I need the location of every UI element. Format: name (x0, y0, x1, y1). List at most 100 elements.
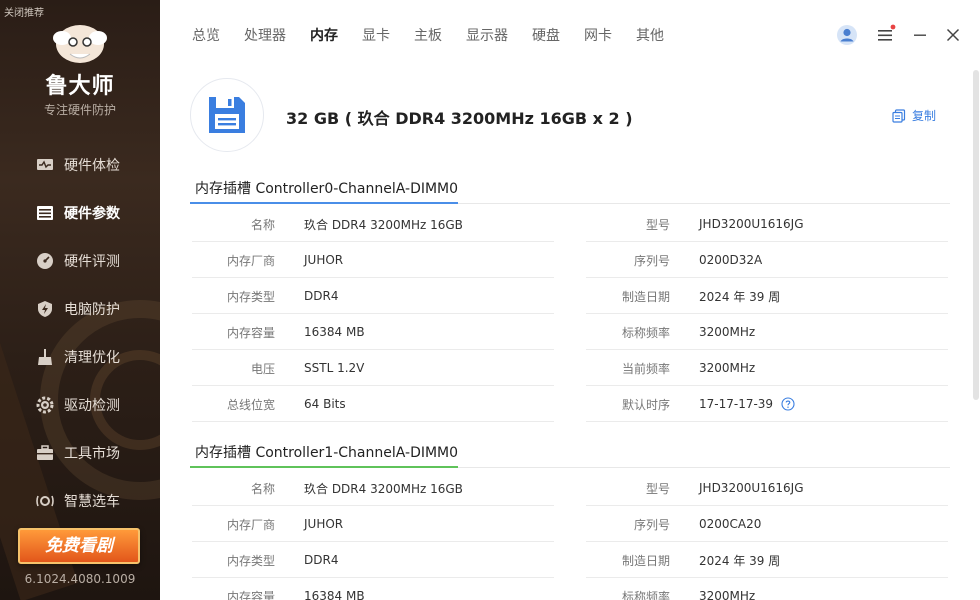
car-icon (36, 492, 54, 510)
detail-row: 内存类型 DDR4 制造日期 2024 年 39 周 (190, 542, 950, 578)
tab-network[interactable]: 网卡 (584, 25, 612, 45)
field-label: 内存类型 (226, 289, 275, 304)
sidebar-item-label: 驱动检测 (64, 398, 120, 414)
memory-slot-2: 内存插槽 Controller1-ChannelA-DIMM0 名称 玖合 DD… (190, 438, 950, 600)
detail-row: 内存厂商 JUHOR 序列号 0200D32A (190, 242, 950, 278)
tab-other[interactable]: 其他 (636, 25, 664, 45)
sidebar-item-clean-optimize[interactable]: 清理优化 (0, 333, 160, 381)
slot-title-underline (190, 202, 458, 204)
field-value: 17-17-17-39 (699, 397, 774, 411)
memory-summary-title: 32 GB ( 玖合 DDR4 3200MHz 16GB x 2 ) (286, 109, 633, 128)
field-value: 3200MHz (699, 589, 756, 600)
sidebar-item-label: 智慧选车 (64, 494, 120, 510)
sidebar-item-label: 电脑防护 (64, 302, 120, 318)
sidebar-item-driver-check[interactable]: 驱动检测 (0, 381, 160, 429)
field-value: JHD3200U1616JG (699, 481, 804, 495)
sidebar-item-label: 硬件体检 (64, 158, 120, 174)
field-value: 16384 MB (304, 589, 365, 600)
tab-overview[interactable]: 总览 (192, 25, 220, 45)
field-label: 标称频率 (621, 589, 670, 600)
top-navigation: 总览 处理器 内存 显卡 主板 显示器 硬盘 网卡 其他 (160, 0, 980, 70)
field-value: JUHOR (304, 253, 344, 267)
sidebar-item-smart-car[interactable]: 智慧选车 (0, 477, 160, 525)
field-label: 序列号 (633, 253, 670, 268)
field-label: 电压 (250, 361, 275, 376)
sidebar-item-pc-protection[interactable]: 电脑防护 (0, 285, 160, 333)
scrollbar-thumb[interactable] (973, 70, 979, 400)
tab-cpu[interactable]: 处理器 (244, 25, 286, 45)
field-value: 0200D32A (699, 253, 763, 267)
field-label: 内存厂商 (226, 517, 275, 532)
field-label: 内存厂商 (226, 253, 275, 268)
field-label: 标称频率 (621, 325, 670, 340)
master-lu-logo-icon (50, 20, 110, 64)
copy-label: 复制 (912, 109, 937, 123)
gear-icon (36, 396, 54, 414)
row-divider (192, 421, 554, 422)
hardware-tabs: 总览 处理器 内存 显卡 主板 显示器 硬盘 网卡 其他 (192, 25, 688, 45)
field-label: 名称 (250, 481, 275, 496)
slot-title: 内存插槽 Controller0-ChannelA-DIMM0 (190, 174, 950, 204)
field-label: 总线位宽 (226, 397, 275, 412)
copy-button[interactable]: 复制 (892, 107, 936, 124)
field-value: DDR4 (304, 553, 339, 567)
slot-title-text: 内存插槽 Controller0-ChannelA-DIMM0 (195, 181, 459, 197)
field-value: 玖合 DDR4 3200MHz 16GB (304, 217, 463, 232)
field-label: 名称 (250, 217, 275, 232)
detail-row: 名称 玖合 DDR4 3200MHz 16GB 型号 JHD3200U1616J… (190, 206, 950, 242)
field-value: SSTL 1.2V (304, 361, 365, 375)
field-label: 当前频率 (621, 361, 670, 376)
field-label: 内存容量 (226, 589, 275, 600)
slot-title: 内存插槽 Controller1-ChannelA-DIMM0 (190, 438, 950, 468)
row-divider (586, 421, 948, 422)
slot-title-underline (190, 466, 458, 468)
sidebar-item-label: 硬件参数 (64, 206, 120, 222)
field-value-with-help: 17-17-17-39 (699, 386, 795, 422)
memory-slot-1: 内存插槽 Controller0-ChannelA-DIMM0 名称 玖合 DD… (190, 174, 950, 422)
help-icon[interactable] (781, 397, 795, 411)
field-value: 玖合 DDR4 3200MHz 16GB (304, 481, 463, 496)
memory-icon-badge (190, 78, 264, 152)
sidebar-item-hardware-params[interactable]: 硬件参数 (0, 189, 160, 237)
field-label: 内存类型 (226, 553, 275, 568)
field-label: 制造日期 (621, 553, 670, 568)
detail-row: 总线位宽 64 Bits 默认时序 17-17-17-39 (190, 386, 950, 422)
field-value: 64 Bits (304, 397, 346, 411)
brand-name: 鲁大师 (45, 74, 115, 99)
tab-memory[interactable]: 内存 (310, 25, 338, 45)
sidebar-item-hardware-checkup[interactable]: 硬件体检 (0, 141, 160, 189)
detail-row: 内存类型 DDR4 制造日期 2024 年 39 周 (190, 278, 950, 314)
monitor-pulse-icon (36, 156, 54, 174)
field-value: JHD3200U1616JG (699, 217, 804, 231)
field-value: DDR4 (304, 289, 339, 303)
tab-gpu[interactable]: 显卡 (362, 25, 390, 45)
field-label: 默认时序 (621, 397, 670, 412)
field-value: 2024 年 39 周 (699, 289, 781, 304)
minimize-icon[interactable] (909, 24, 931, 46)
sidebar-item-tool-market[interactable]: 工具市场 (0, 429, 160, 477)
field-label: 内存容量 (226, 325, 275, 340)
field-value: 2024 年 39 周 (699, 553, 781, 568)
menu-icon[interactable] (874, 24, 896, 46)
field-value: JUHOR (304, 517, 344, 531)
tab-disk[interactable]: 硬盘 (532, 25, 560, 45)
close-icon[interactable] (942, 24, 964, 46)
brand-slogan: 专注硬件防护 (43, 103, 116, 117)
memory-panel: 32 GB ( 玖合 DDR4 3200MHz 16GB x 2 ) 复制 内存… (160, 70, 980, 600)
field-value: 0200CA20 (699, 517, 762, 531)
tab-motherboard[interactable]: 主板 (414, 25, 442, 45)
field-value: 16384 MB (304, 325, 365, 339)
free-drama-promo-button[interactable]: 免费看剧 (18, 528, 140, 564)
detail-row: 内存容量 16384 MB 标称频率 3200MHz (190, 578, 950, 600)
field-value: 3200MHz (699, 325, 756, 339)
close-recommend-link[interactable]: 关闭推荐 (4, 4, 44, 19)
field-label: 型号 (645, 481, 670, 496)
sidebar-item-hardware-benchmark[interactable]: 硬件评测 (0, 237, 160, 285)
shield-icon (36, 300, 54, 318)
tab-monitor[interactable]: 显示器 (466, 25, 508, 45)
list-icon (36, 204, 54, 222)
speedometer-icon (36, 252, 54, 270)
user-avatar-icon[interactable] (836, 24, 858, 46)
sidebar-item-label: 硬件评测 (64, 254, 120, 270)
copy-icon (892, 108, 906, 123)
